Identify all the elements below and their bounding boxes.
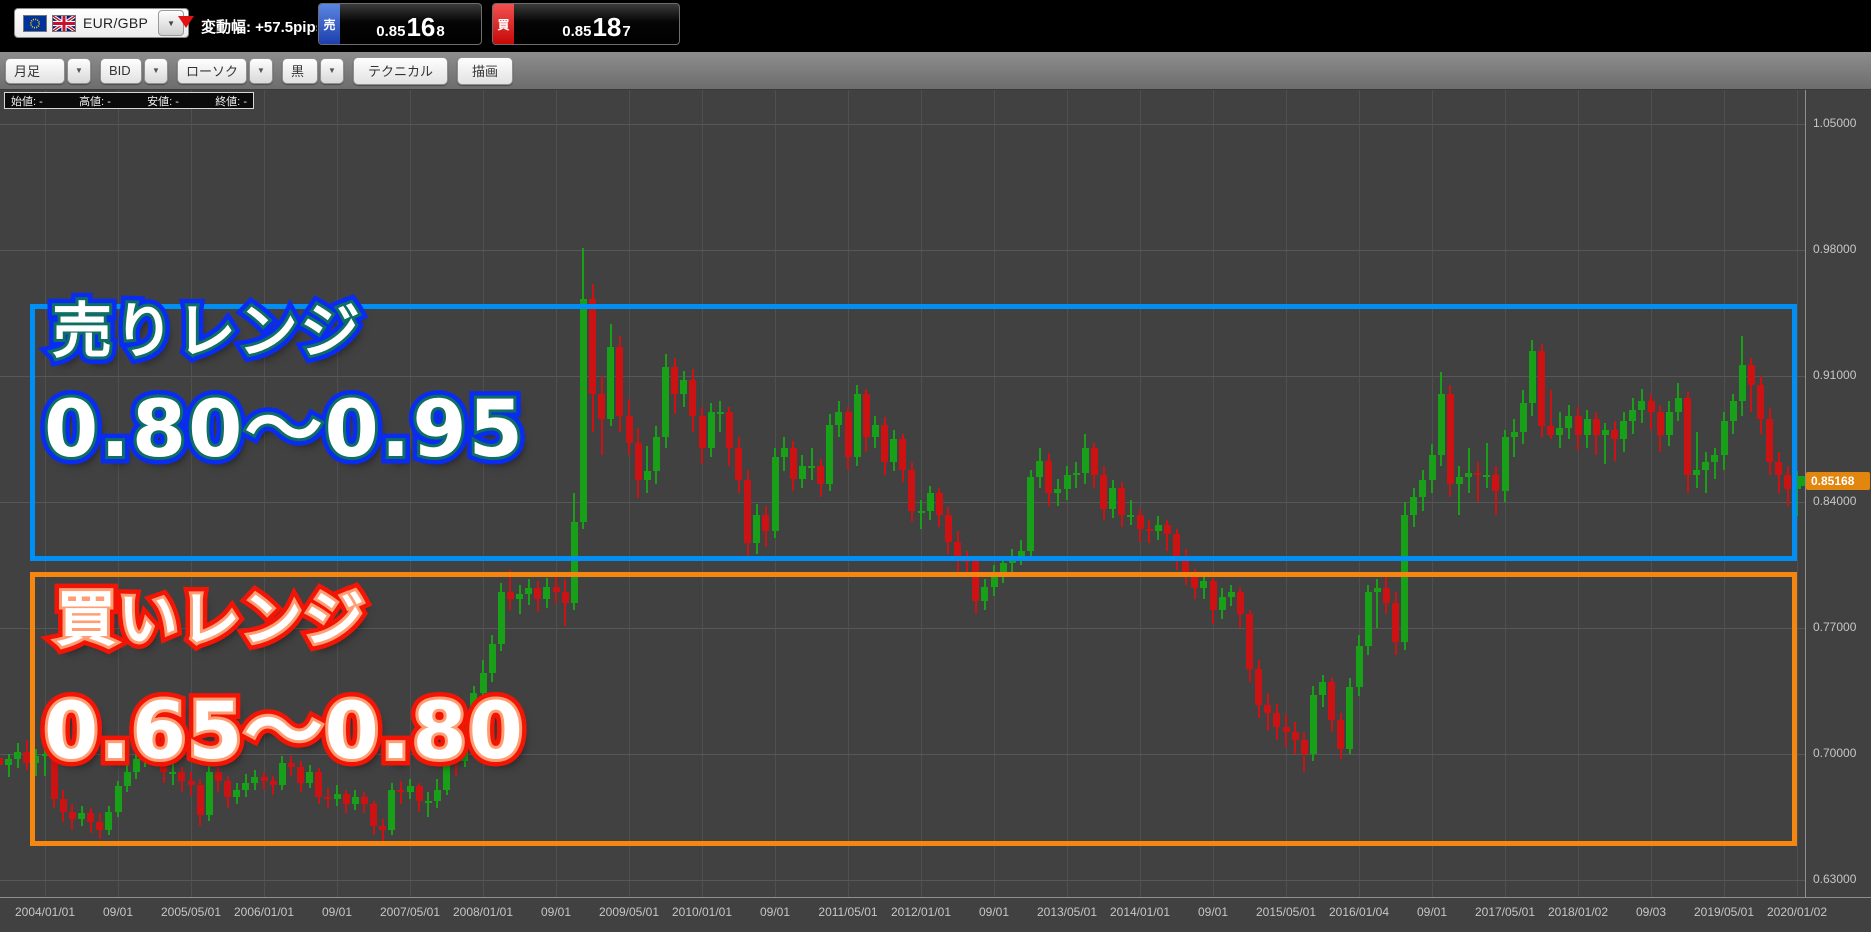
price-axis-label: 0.77000 — [1813, 620, 1857, 634]
low-readout: 安値: - — [147, 95, 179, 108]
theme-select[interactable]: 黒 ▼ — [282, 57, 344, 84]
sell-range-title[interactable]: 売りレンジ 売りレンジ 売りレンジ — [45, 290, 368, 374]
date-axis-label: 2013/05/01 — [1036, 905, 1098, 919]
candle-body — [0, 757, 3, 765]
buy-range-values[interactable]: 0.65～0.80 0.65～0.80 0.65～0.80 — [37, 680, 531, 784]
date-axis-label: 2009/05/01 — [598, 905, 660, 919]
change-indicator: 変動幅: +57.5pips — [178, 0, 324, 52]
horizontal-gridline — [0, 124, 1805, 125]
quote-bar: EUR/GBP ▼ 変動幅: +57.5pips 売 0.85 16 8 買 0.8… — [0, 0, 1871, 52]
technical-button[interactable]: テクニカル — [353, 56, 449, 85]
buy-side-label: 買 — [493, 4, 514, 44]
date-axis-label: 09/01 — [1197, 905, 1229, 919]
eu-flag-icon — [23, 14, 47, 32]
candlestick-chart[interactable]: 売りレンジ 売りレンジ 売りレンジ 0.80～0.95 0.80～0.95 0.… — [0, 90, 1871, 932]
date-axis-label: 2019/05/01 — [1693, 905, 1755, 919]
date-axis-label: 2004/01/01 — [14, 905, 76, 919]
buy-button[interactable]: 買 0.85 18 7 — [492, 3, 680, 45]
chevron-down-icon[interactable]: ▼ — [249, 57, 273, 84]
sell-price-big: 16 — [406, 12, 436, 42]
pair-label: EUR/GBP — [83, 15, 149, 31]
candle-wick — [7, 754, 10, 778]
candle-body — [14, 752, 22, 760]
date-axis-label: 2011/05/01 — [818, 905, 878, 919]
current-price-tag: 0.85168 — [1806, 471, 1870, 490]
date-axis-label: 2006/01/01 — [233, 905, 295, 919]
price-axis-label: 1.05000 — [1813, 116, 1857, 130]
down-triangle-icon — [178, 16, 194, 28]
price-type-select[interactable]: BID ▼ — [100, 57, 168, 84]
date-axis-label: 09/01 — [321, 905, 353, 919]
horizontal-gridline — [0, 250, 1805, 251]
sell-range-values[interactable]: 0.80～0.95 0.80～0.95 0.80～0.95 — [37, 378, 531, 482]
date-axis-label: 2008/01/01 — [452, 905, 514, 919]
buy-price-last: 7 — [622, 23, 631, 40]
buy-price-pre: 0.85 — [562, 23, 592, 40]
buy-price: 0.85 18 7 — [514, 4, 679, 44]
ohlc-readout-bar: 始値: - 高値: - 安値: - 終値: - — [4, 92, 254, 109]
sell-price-last: 8 — [436, 23, 445, 40]
date-axis-label: 09/01 — [102, 905, 134, 919]
close-readout: 終値: - — [215, 95, 247, 108]
chart-type-value: ローソク — [177, 57, 247, 84]
date-axis-label: 2010/01/01 — [671, 905, 733, 919]
date-axis-label: 2007/05/01 — [379, 905, 441, 919]
date-axis-label: 09/01 — [540, 905, 572, 919]
date-axis-label: 09/01 — [759, 905, 791, 919]
chevron-down-icon[interactable]: ▼ — [144, 57, 168, 84]
fx-chart-window: EUR/GBP ▼ 変動幅: +57.5pips 売 0.85 16 8 買 0.8… — [0, 0, 1871, 932]
chart-type-select[interactable]: ローソク ▼ — [177, 57, 273, 84]
date-axis-label: 2015/05/01 — [1255, 905, 1317, 919]
sell-price: 0.85 16 8 — [340, 4, 481, 44]
price-axis-label: 0.70000 — [1813, 746, 1857, 760]
timeframe-select[interactable]: 月足 ▼ — [5, 57, 91, 84]
change-label: 変動幅: +57.5pips — [201, 18, 324, 36]
price-axis-label: 0.98000 — [1813, 242, 1857, 256]
date-axis-label: 2014/01/01 — [1109, 905, 1171, 919]
date-axis-label: 2016/01/04 — [1328, 905, 1390, 919]
sell-side-label: 売 — [319, 4, 340, 44]
date-axis[interactable]: 2004/01/01 09/01 2005/05/01 2006/01/01 09/01… — [0, 897, 1871, 932]
draw-button[interactable]: 描画 — [457, 56, 514, 85]
price-axis-label: 0.63000 — [1813, 872, 1857, 886]
date-axis-label: 2012/01/01 — [890, 905, 952, 919]
date-axis-label: 2005/05/01 — [160, 905, 222, 919]
price-axis[interactable]: 1.05000 0.98000 0.91000 0.84000 0.77000 0.700… — [1806, 90, 1871, 897]
sell-price-pre: 0.85 — [376, 23, 406, 40]
buy-price-big: 18 — [592, 12, 622, 42]
price-type-value: BID — [100, 57, 142, 84]
chevron-down-icon[interactable]: ▼ — [320, 57, 344, 84]
date-axis-label: 09/03 — [1635, 905, 1667, 919]
price-axis-label: 0.84000 — [1813, 494, 1857, 508]
high-readout: 高値: - — [79, 95, 111, 108]
last-close-marker — [1797, 475, 1805, 486]
currency-pair-selector[interactable]: EUR/GBP ▼ — [14, 8, 190, 38]
date-axis-label: 09/01 — [978, 905, 1010, 919]
date-axis-label: 2018/01/02 — [1547, 905, 1609, 919]
timeframe-value: 月足 — [5, 57, 65, 84]
theme-value: 黒 — [282, 57, 318, 84]
chart-toolbar: 月足 ▼ BID ▼ ローソク ▼ 黒 ▼ テクニカル 描画 — [0, 52, 1871, 90]
date-axis-label: 09/01 — [1416, 905, 1448, 919]
open-readout: 始値: - — [11, 95, 43, 108]
date-axis-label: 2020/01/02 — [1766, 905, 1828, 919]
sell-button[interactable]: 売 0.85 16 8 — [318, 3, 482, 45]
date-axis-label: 2017/05/01 — [1474, 905, 1536, 919]
uk-flag-icon — [52, 14, 76, 32]
candle-body — [5, 759, 12, 765]
chevron-down-icon[interactable]: ▼ — [67, 57, 91, 84]
horizontal-gridline — [0, 880, 1805, 881]
chevron-down-icon: ▼ — [167, 18, 176, 28]
buy-range-title[interactable]: 買いレンジ 買いレンジ 買いレンジ — [49, 578, 372, 662]
price-axis-label: 0.91000 — [1813, 368, 1857, 382]
